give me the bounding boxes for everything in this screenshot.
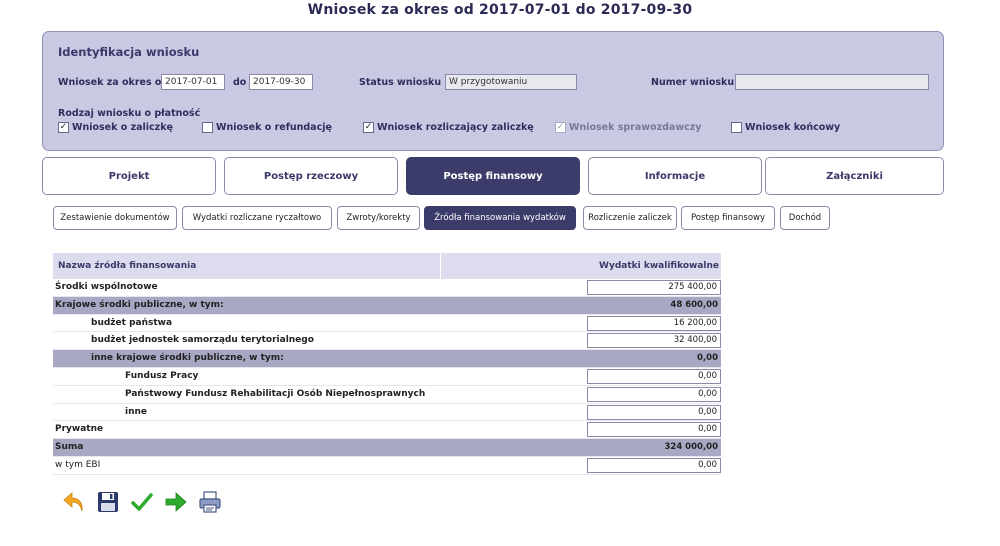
save-icon[interactable]: [96, 490, 120, 514]
row-label: Środki wspólnotowe: [55, 282, 158, 292]
row-value-field[interactable]: 16 200,00: [587, 315, 721, 331]
table-row: budżet jednostek samorządu terytorialneg…: [53, 332, 721, 351]
table-header: Nazwa źródła finansowania Wydatki kwalif…: [53, 253, 721, 279]
row-label: Fundusz Pracy: [125, 370, 199, 381]
tab-financial-progress[interactable]: Postęp finansowy: [406, 157, 580, 195]
checkbox-advance-label: Wniosek o zaliczkę: [72, 122, 173, 133]
action-toolbar: [62, 490, 222, 514]
checkbox-advance-box[interactable]: ✓: [58, 122, 69, 133]
checkbox-report[interactable]: ✓ Wniosek sprawozdawczy: [555, 122, 701, 133]
subtab-returns-corrections[interactable]: Zwroty/korekty: [337, 206, 420, 230]
table-row: Środki wspólnotowe 275 400,00: [53, 279, 721, 297]
row-label: Państwowy Fundusz Rehabilitacji Osób Nie…: [125, 388, 426, 399]
table-row: inne krajowe środki publiczne, w tym: 0,…: [53, 350, 721, 368]
checkbox-final-box[interactable]: [731, 122, 742, 133]
checkbox-settling-advance-label: Wniosek rozliczający zaliczkę: [377, 122, 534, 133]
row-label: Prywatne: [55, 424, 104, 435]
checkbox-settling-advance-box[interactable]: ✓: [363, 122, 374, 133]
table-row: Państwowy Fundusz Rehabilitacji Osób Nie…: [53, 386, 721, 404]
row-value-field[interactable]: 0,00: [587, 368, 721, 384]
table-row: Prywatne 0,00: [53, 421, 721, 440]
checkbox-refund[interactable]: Wniosek o refundację: [202, 122, 332, 133]
forward-arrow-icon[interactable]: [164, 490, 188, 514]
checkbox-refund-box[interactable]: [202, 122, 213, 133]
row-value-field[interactable]: 275 400,00: [587, 280, 721, 295]
column-header-value: Wydatki kwalifikowalne: [599, 261, 719, 271]
status-field[interactable]: W przygotowaniu: [445, 74, 577, 90]
row-value-field[interactable]: 0,00: [587, 422, 721, 438]
row-value-field[interactable]: 0,00: [587, 404, 721, 420]
main-tabs: Projekt Postęp rzeczowy Postęp finansowy…: [42, 157, 944, 195]
subtab-advance-settlement[interactable]: Rozliczenie zaliczek: [583, 206, 677, 230]
subtab-funding-sources[interactable]: Źródła finansowania wydatków: [424, 206, 576, 230]
row-value: 48 600,00: [670, 299, 718, 310]
subtab-lump-sum-expenses[interactable]: Wydatki rozliczane ryczałtowo: [182, 206, 332, 230]
table-row: Fundusz Pracy 0,00: [53, 368, 721, 386]
status-label: Status wniosku: [359, 77, 442, 88]
row-label: Krajowe środki publiczne, w tym:: [55, 299, 224, 310]
subtab-income[interactable]: Dochód: [780, 206, 830, 230]
period-to-label: do: [233, 77, 247, 88]
row-label: inne krajowe środki publiczne, w tym:: [91, 353, 284, 364]
page-title: Wniosek za okres od 2017-07-01 do 2017-0…: [307, 2, 693, 18]
row-label: budżet jednostek samorządu terytorialneg…: [91, 335, 314, 346]
header-divider: [440, 253, 441, 279]
row-label: budżet państwa: [91, 317, 173, 328]
checkbox-final[interactable]: Wniosek końcowy: [731, 122, 840, 133]
number-field[interactable]: [735, 74, 929, 90]
table-row: inne 0,00: [53, 404, 721, 422]
table-row: Krajowe środki publiczne, w tym: 48 600,…: [53, 296, 721, 315]
tab-information[interactable]: Informacje: [588, 157, 762, 195]
table-row-total: Suma 324 000,00: [53, 439, 721, 457]
funding-sources-table: Nazwa źródła finansowania Wydatki kwalif…: [53, 253, 721, 475]
row-label: inne: [125, 406, 148, 417]
checkbox-refund-label: Wniosek o refundację: [216, 122, 332, 133]
check-icon[interactable]: [130, 490, 154, 514]
print-icon[interactable]: [198, 490, 222, 514]
subtab-documents-summary[interactable]: Zestawienie dokumentów: [53, 206, 177, 230]
table-row: w tym EBI 0,00: [53, 457, 721, 475]
row-value-field[interactable]: 0,00: [587, 457, 721, 473]
subtab-financial-progress[interactable]: Postęp finansowy: [681, 206, 775, 230]
row-value: 0,00: [697, 353, 718, 364]
checkbox-report-box[interactable]: ✓: [555, 122, 566, 133]
identification-panel: Identyfikacja wniosku Wniosek za okres o…: [42, 31, 944, 151]
tab-attachments[interactable]: Załączniki: [765, 157, 944, 195]
period-from-field[interactable]: 2017-07-01: [161, 74, 225, 90]
number-label: Numer wniosku: [651, 77, 735, 88]
checkbox-advance[interactable]: ✓ Wniosek o zaliczkę: [58, 122, 173, 133]
back-arrow-icon[interactable]: [62, 490, 86, 514]
row-value-field[interactable]: 32 400,00: [587, 333, 721, 349]
tab-project[interactable]: Projekt: [42, 157, 216, 195]
row-label: w tym EBI: [55, 459, 101, 470]
tab-material-progress[interactable]: Postęp rzeczowy: [224, 157, 398, 195]
column-header-name: Nazwa źródła finansowania: [58, 261, 197, 271]
identification-title: Identyfikacja wniosku: [58, 45, 200, 59]
row-value-field[interactable]: 0,00: [587, 386, 721, 402]
checkbox-report-label: Wniosek sprawozdawczy: [569, 122, 702, 133]
checkbox-final-label: Wniosek końcowy: [745, 122, 841, 133]
checkbox-settling-advance[interactable]: ✓ Wniosek rozliczający zaliczkę: [363, 122, 534, 133]
period-to-field[interactable]: 2017-09-30: [249, 74, 313, 90]
period-from-label: Wniosek za okres od: [58, 77, 169, 88]
table-row: budżet państwa 16 200,00: [53, 315, 721, 333]
request-type-label: Rodzaj wniosku o płatność: [58, 108, 201, 119]
row-value: 324 000,00: [664, 442, 718, 453]
row-label: Suma: [55, 442, 84, 453]
